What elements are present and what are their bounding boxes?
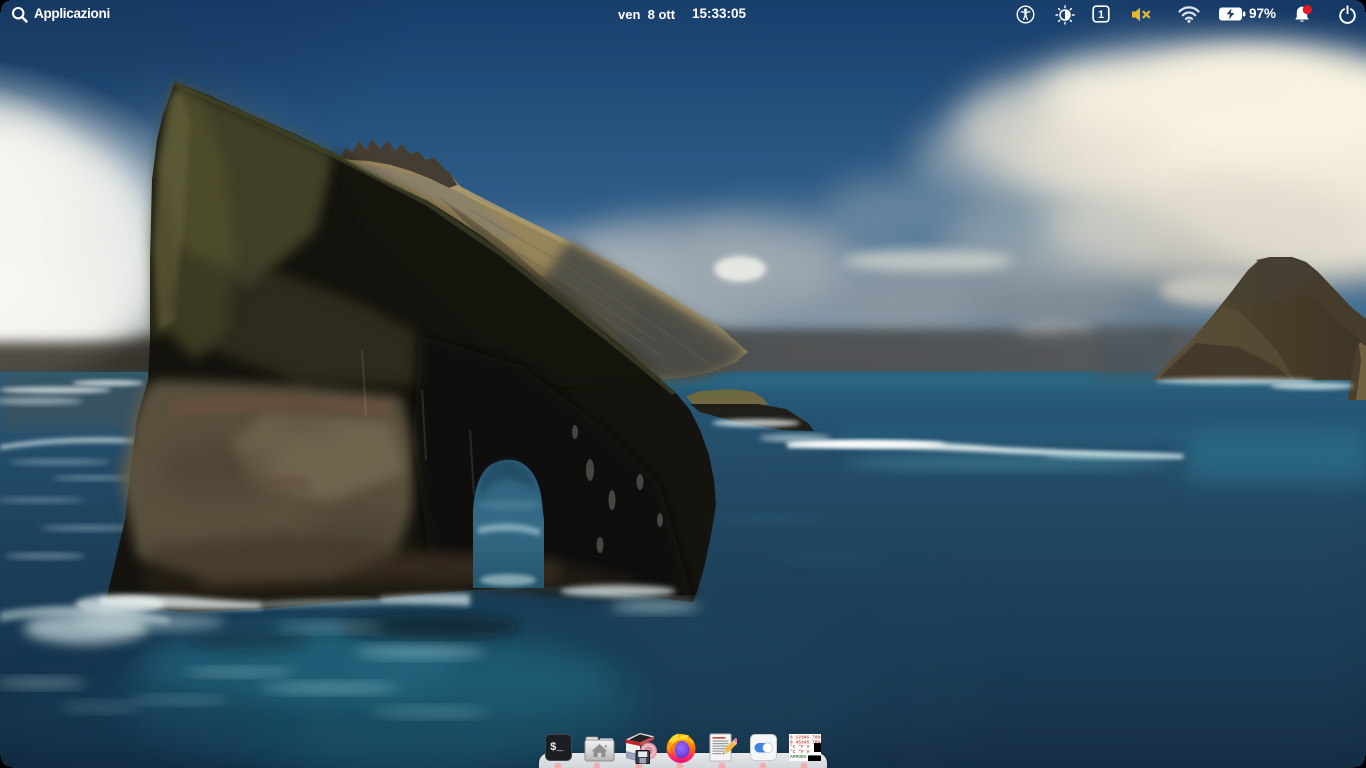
svg-text:$_: $_ — [550, 742, 564, 754]
svg-text:1: 1 — [1098, 9, 1104, 21]
